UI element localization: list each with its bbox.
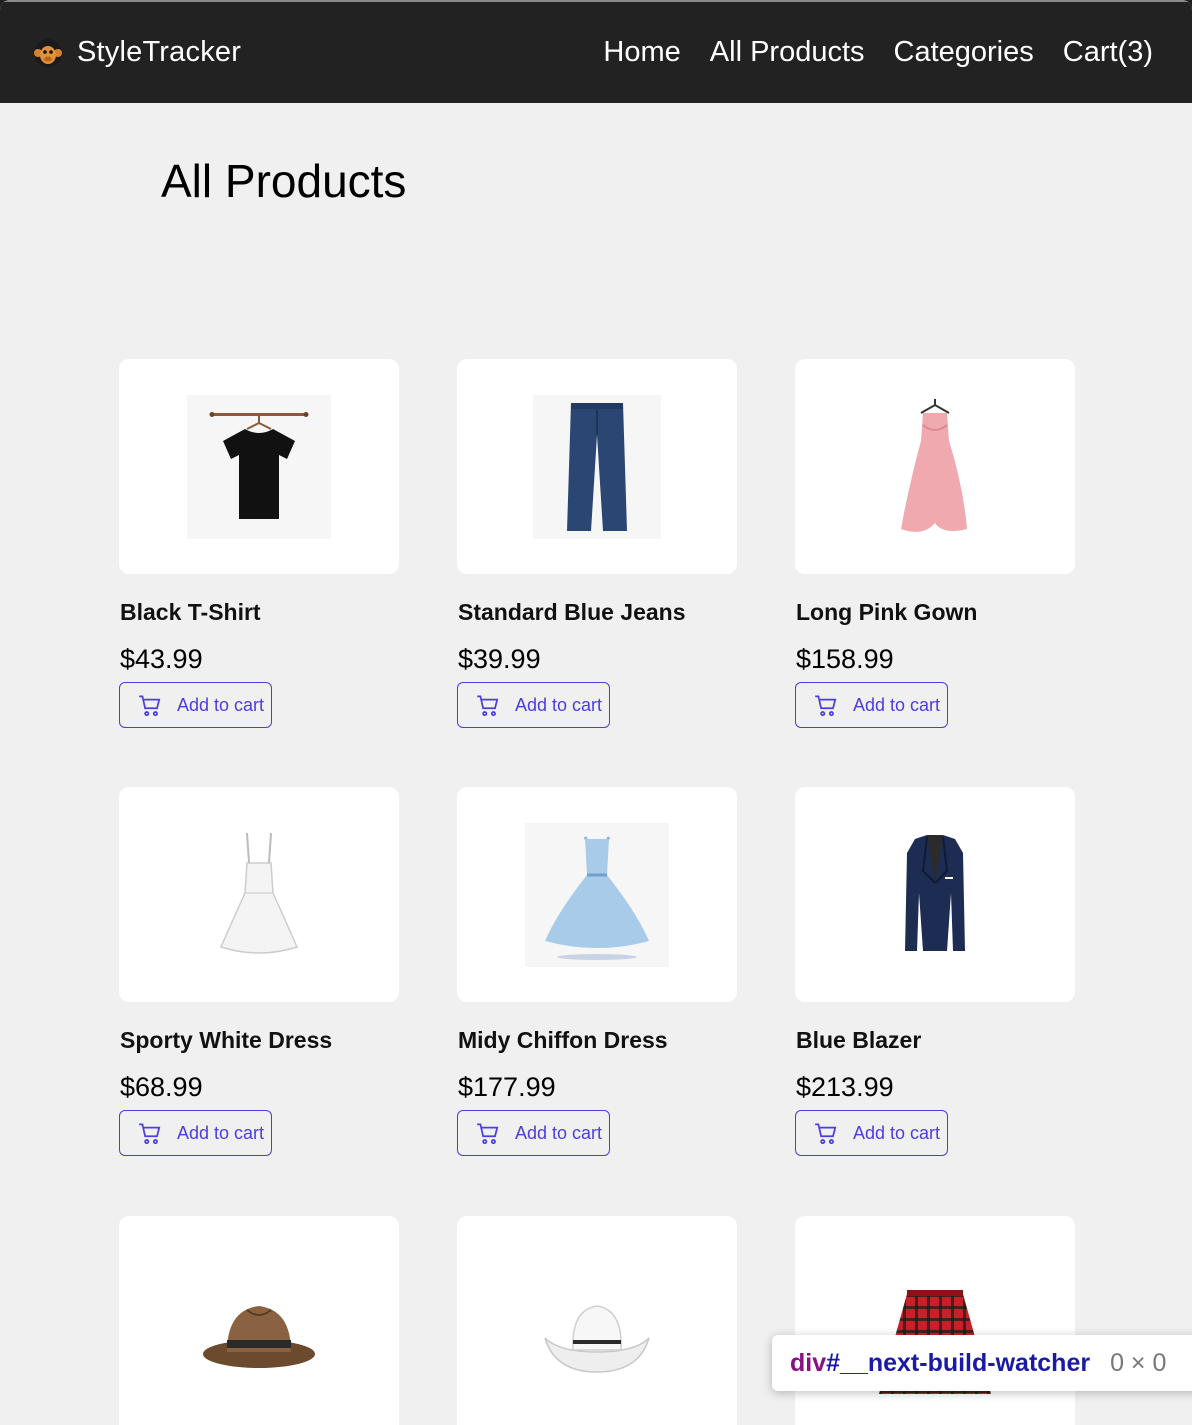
white-cowboy-hat-icon [544,1305,650,1373]
nav-cart[interactable]: Cart(3) [1063,36,1153,69]
product-image-box[interactable] [795,359,1075,574]
tooltip-dimensions: 0 × 0 [1110,1348,1167,1377]
nav-home[interactable]: Home [603,36,680,69]
product-card: Blue Blazer $213.99 Add to cart [795,787,1075,1156]
add-to-cart-label: Add to cart [515,1122,603,1143]
product-name[interactable]: Midy Chiffon Dress [458,1026,737,1054]
product-card: Long Pink Gown $158.99 Add to cart [795,359,1075,728]
product-card: Black T-Shirt $43.99 Add to cart [119,359,399,728]
blue-jeans-icon [567,402,627,531]
product-name[interactable]: Long Pink Gown [796,598,1075,626]
product-image-box[interactable] [795,787,1075,1002]
add-to-cart-button[interactable]: Add to cart [457,1110,610,1156]
cart-icon [139,1123,161,1145]
product-price: $158.99 [796,644,894,674]
product-card [795,1216,1075,1425]
cart-icon [139,695,161,717]
product-photo [533,394,661,539]
product-card [119,1216,399,1425]
page-title: All Products [161,155,407,207]
brown-fedora-hat-icon [203,1306,315,1368]
product-name[interactable]: Blue Blazer [796,1026,1075,1054]
add-to-cart-button[interactable]: Add to cart [119,682,272,728]
product-name[interactable]: Black T-Shirt [120,598,399,626]
light-blue-dress-icon [545,835,649,960]
product-image-box[interactable] [457,1216,737,1425]
nav-all-products[interactable]: All Products [710,36,865,69]
product-card [457,1216,737,1425]
product-price: $39.99 [458,644,541,674]
add-to-cart-label: Add to cart [177,694,265,715]
product-image-box[interactable] [119,787,399,1002]
add-to-cart-button[interactable]: Add to cart [119,1110,272,1156]
add-to-cart-label: Add to cart [177,1122,265,1143]
product-photo [187,394,331,539]
add-to-cart-label: Add to cart [853,1122,941,1143]
cart-icon [815,695,837,717]
product-image-box[interactable] [119,1216,399,1425]
add-to-cart-button[interactable]: Add to cart [795,682,948,728]
product-image-box[interactable] [119,359,399,574]
product-price: $213.99 [796,1072,894,1102]
product-image-box[interactable] [457,359,737,574]
cart-icon [477,1123,499,1145]
cart-icon [477,695,499,717]
add-to-cart-label: Add to cart [853,694,941,715]
product-photo [187,822,331,967]
add-to-cart-button[interactable]: Add to cart [457,682,610,728]
cart-icon [815,1123,837,1145]
black-tshirt-on-hanger-icon [209,411,309,519]
product-name[interactable]: Standard Blue Jeans [458,598,737,626]
tooltip-id: #__next-build-watcher [826,1348,1091,1377]
product-price: $43.99 [120,644,203,674]
devtools-element-tooltip: div #__next-build-watcher 0 × 0 [772,1335,1192,1391]
add-to-cart-button[interactable]: Add to cart [795,1110,948,1156]
product-price: $177.99 [458,1072,556,1102]
tooltip-tag: div [790,1348,827,1377]
product-photo [187,1254,331,1398]
brand-name: StyleTracker [77,36,242,68]
brand[interactable]: StyleTracker [33,36,241,69]
product-card: Midy Chiffon Dress $177.99 Add to cart [457,787,737,1156]
white-dress-icon [219,832,299,954]
add-to-cart-label: Add to cart [515,694,603,715]
navy-blazer-icon [905,834,965,951]
nav-categories[interactable]: Categories [894,36,1034,69]
product-photo [863,822,1007,967]
product-name[interactable]: Sporty White Dress [120,1026,399,1054]
product-image-box[interactable] [457,787,737,1002]
product-card: Sporty White Dress $68.99 Add to cart [119,787,399,1156]
product-card: Standard Blue Jeans $39.99 Add to cart [457,359,737,728]
main-nav: Home All Products Categories Cart(3) [603,36,1153,69]
product-photo [525,822,669,967]
product-photo [863,394,1007,539]
navbar: StyleTracker Home All Products Categorie… [0,2,1192,103]
product-price: $68.99 [120,1072,203,1102]
browser-viewport: StyleTracker Home All Products Categorie… [0,0,1192,1425]
pink-gown-icon [901,398,967,532]
product-image-box[interactable] [795,1216,1075,1425]
product-photo [525,1254,669,1398]
monkey-face-icon [34,38,62,67]
